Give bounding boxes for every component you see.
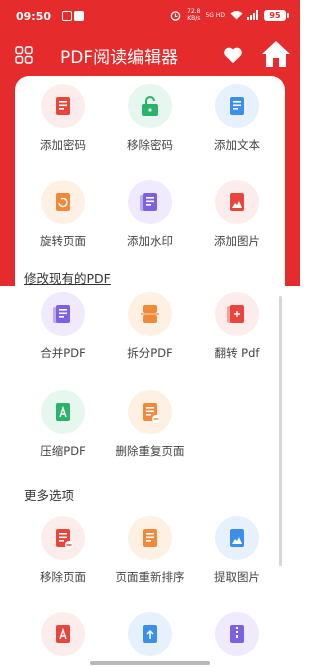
status-bar: 09:50 72.8 KB/s 5G HD 95	[0, 0, 300, 32]
tool-label: 移除页面	[40, 570, 86, 584]
section-title-more: 更多选项	[24, 488, 75, 503]
pdf-acrobat-icon	[41, 612, 85, 656]
rotate-page-icon	[41, 180, 85, 224]
remove-page-icon	[41, 516, 85, 560]
tool-pdf-acrobat[interactable]	[13, 612, 113, 656]
tool-upload-document[interactable]	[100, 612, 200, 656]
tool-label: 合并PDF	[40, 346, 86, 360]
tool-label: 压缩PDF	[40, 444, 86, 458]
battery-tip	[287, 12, 289, 18]
tool-label: 移除密码	[127, 138, 173, 152]
reorder-pages-icon	[128, 516, 172, 560]
favorite-heart-icon[interactable]	[222, 44, 244, 66]
status-time: 09:50	[16, 10, 52, 23]
upload-document-icon	[128, 612, 172, 656]
tool-extract-image[interactable]: 提取图片	[187, 516, 287, 585]
app-title: PDF阅读编辑器	[60, 48, 179, 68]
grid-menu-icon[interactable]	[15, 46, 33, 64]
tool-rotate-page[interactable]: 旋转页面	[13, 180, 113, 249]
tool-label: 拆分PDF	[127, 346, 173, 360]
delete-duplicate-icon	[128, 390, 172, 434]
scrollbar[interactable]	[279, 296, 282, 566]
add-text-icon	[215, 84, 259, 128]
battery-indicator: 95	[264, 9, 289, 21]
tool-label: 翻转 Pdf	[214, 346, 260, 360]
app-header: PDF阅读编辑器	[0, 32, 300, 76]
zip-file-icon	[215, 612, 259, 656]
app-notification-icon	[74, 11, 84, 21]
tool-label: 添加文本	[214, 138, 260, 152]
split-pdf-icon	[128, 292, 172, 336]
tool-label: 添加密码	[40, 138, 86, 152]
alarm-icon	[170, 10, 182, 21]
tool-label: 删除重复页面	[115, 444, 185, 458]
extract-image-icon	[215, 516, 259, 560]
tool-compress-pdf[interactable]: 压缩PDF	[13, 390, 113, 459]
signal-label: 5G HD	[205, 11, 225, 19]
tool-flip-pdf[interactable]: 翻转 Pdf	[187, 292, 287, 361]
tool-add-text[interactable]: 添加文本	[187, 84, 287, 153]
lock-document-icon	[41, 84, 85, 128]
tool-delete-duplicate[interactable]: 删除重复页面	[100, 390, 200, 459]
tool-zip-file[interactable]	[187, 612, 287, 656]
signal-icon	[247, 10, 259, 20]
wifi-icon	[230, 10, 243, 20]
tool-unlock[interactable]: 移除密码	[100, 84, 200, 153]
tool-label: 旋转页面	[40, 234, 86, 248]
home-icon[interactable]	[260, 38, 292, 70]
tool-remove-page[interactable]: 移除页面	[13, 516, 113, 585]
unlock-icon	[128, 84, 172, 128]
home-indicator	[90, 661, 210, 665]
tool-split-pdf[interactable]: 拆分PDF	[100, 292, 200, 361]
section-title-modify: 修改现有的PDF	[24, 271, 111, 286]
add-image-icon	[215, 180, 259, 224]
tool-label: 页面重新排序	[115, 570, 185, 584]
network-speed: 72.8 KB/s	[187, 8, 201, 22]
tool-add-image[interactable]: 添加图片	[187, 180, 287, 249]
tool-watermark[interactable]: 添加水印	[100, 180, 200, 249]
tool-lock-document[interactable]: 添加密码	[13, 84, 113, 153]
tool-label: 添加水印	[127, 234, 173, 248]
tool-merge-pdf[interactable]: 合并PDF	[13, 292, 113, 361]
tool-reorder-pages[interactable]: 页面重新排序	[100, 516, 200, 585]
tool-label: 添加图片	[214, 234, 260, 248]
tool-label: 提取图片	[214, 570, 260, 584]
merge-pdf-icon	[41, 292, 85, 336]
watermark-icon	[128, 180, 172, 224]
flip-pdf-icon	[215, 292, 259, 336]
notification-icon	[62, 11, 72, 21]
compress-pdf-icon	[41, 390, 85, 434]
